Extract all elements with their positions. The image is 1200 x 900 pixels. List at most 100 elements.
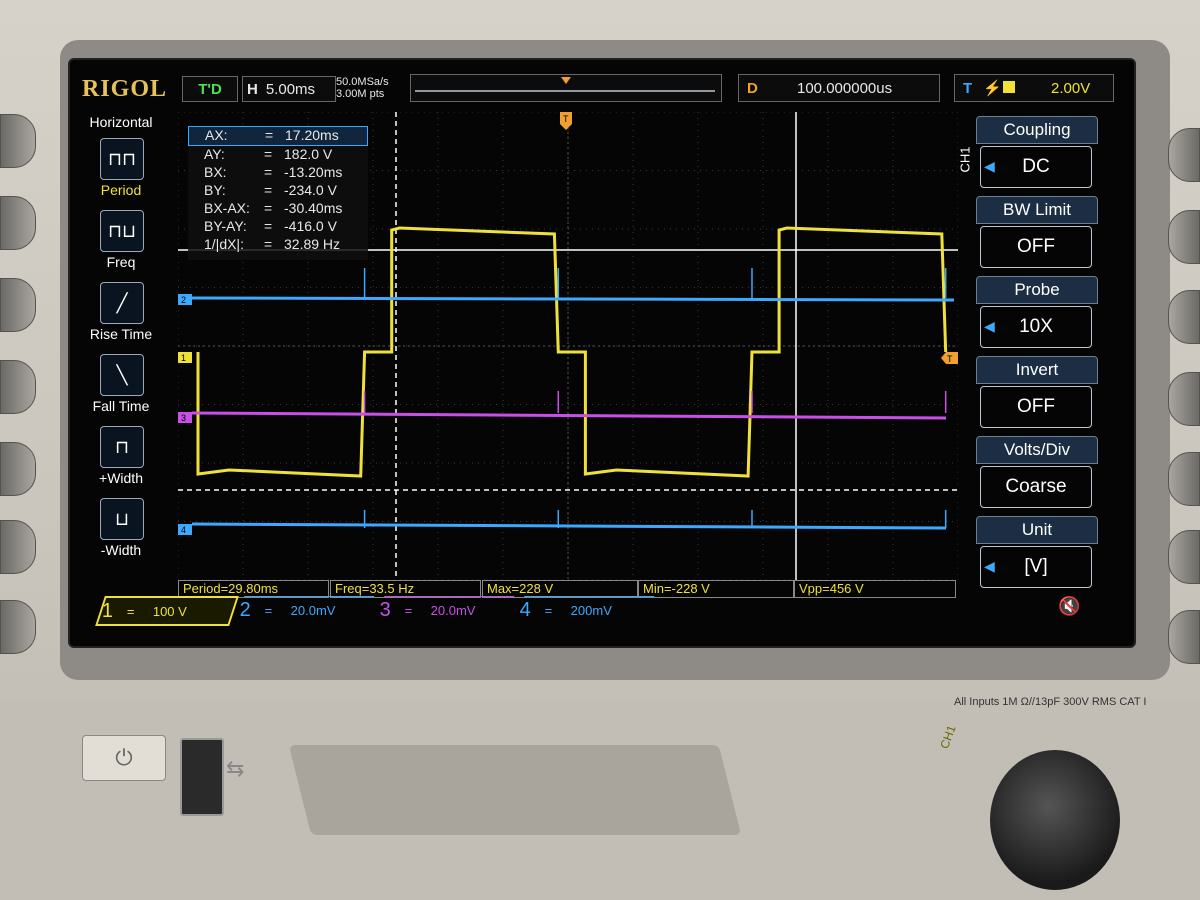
sample-rate: 50.0MSa/s bbox=[336, 76, 389, 88]
menu-item-title: Invert bbox=[976, 356, 1098, 384]
menu-unit[interactable]: Unit [V] ◀ bbox=[976, 516, 1098, 596]
usb-port[interactable] bbox=[180, 738, 224, 816]
measure-fall-time-label: Fall Time bbox=[92, 398, 150, 414]
menu-invert[interactable]: Invert OFF bbox=[976, 356, 1098, 436]
ch2-marker[interactable]: 2 bbox=[178, 294, 192, 305]
cursor-readout-row: BY: = -234.0 V bbox=[188, 182, 368, 200]
softkey-1[interactable] bbox=[0, 114, 36, 168]
measure-neg-width[interactable]: ⊔ -Width bbox=[76, 496, 166, 568]
arrow-left-icon: ◀ bbox=[984, 558, 995, 574]
measure-pos-width[interactable]: ⊓ +Width bbox=[76, 424, 166, 496]
menu-key-3[interactable] bbox=[1168, 290, 1200, 344]
menu-bw-limit[interactable]: BW Limit OFF bbox=[976, 196, 1098, 276]
measure-menu-title: Horizontal bbox=[89, 114, 153, 130]
cursor-readout-key: BY: bbox=[204, 182, 226, 198]
ch4-status[interactable]: 4 = 200mV bbox=[515, 596, 655, 623]
timebase-display[interactable]: H 5.00ms bbox=[242, 76, 336, 102]
cursor-readout-row: AY: = 182.0 V bbox=[188, 146, 368, 164]
speaker-mute-icon[interactable]: 🔇 bbox=[1058, 596, 1080, 617]
cursor-readout-equals: = bbox=[264, 218, 273, 234]
measure-rise-time[interactable]: ╱ Rise Time bbox=[76, 280, 166, 352]
softkey-7[interactable] bbox=[0, 600, 36, 654]
menu-item-title: Unit bbox=[976, 516, 1098, 544]
cursor-readout-equals: = bbox=[265, 127, 274, 143]
scope-screen: RIGOL T'D H 5.00ms 50.0MSa/s 3.00M pts D… bbox=[68, 58, 1136, 648]
memory-depth: 3.00M pts bbox=[336, 88, 385, 100]
ch1-scale: 100 V bbox=[152, 603, 187, 619]
ch1-status[interactable]: 1 = 100 V bbox=[95, 596, 239, 626]
measure-neg-width-label: -Width bbox=[100, 542, 142, 558]
cursor-readout-key: AX: bbox=[205, 127, 228, 143]
cursor-readout-equals: = bbox=[264, 164, 273, 180]
delay-label: D bbox=[747, 79, 758, 97]
menu-coupling[interactable]: Coupling DC ◀ bbox=[976, 116, 1098, 196]
menu-item-title: Probe bbox=[976, 276, 1098, 304]
timebase-value: 5.00ms bbox=[265, 80, 316, 98]
measure-fall-time[interactable]: ╲ Fall Time bbox=[76, 352, 166, 424]
menu-key-7[interactable] bbox=[1168, 610, 1200, 664]
ch1-bnc-connector[interactable] bbox=[990, 750, 1120, 890]
ch3-marker[interactable]: 3 bbox=[178, 412, 192, 423]
menu-volts-div[interactable]: Volts/Div Coarse bbox=[976, 436, 1098, 516]
brand-logo: RIGOL bbox=[82, 76, 168, 102]
cursor-readout-key: AY: bbox=[204, 146, 225, 162]
softkey-3[interactable] bbox=[0, 278, 36, 332]
status-bar: RIGOL T'D H 5.00ms 50.0MSa/s 3.00M pts D… bbox=[70, 60, 1134, 112]
menu-item-value: DC bbox=[980, 146, 1092, 188]
cursor-readout-key: BX: bbox=[204, 164, 227, 180]
cursor-readout: AX: = 17.20ms AY: = 182.0 V BX: = -13.20ms BY: = -2… bbox=[188, 126, 368, 260]
horizontal-label: H bbox=[247, 80, 258, 98]
power-button[interactable]: ⏻ bbox=[82, 735, 166, 781]
ch4-marker[interactable]: 4 bbox=[178, 524, 192, 535]
trigger-level-marker[interactable]: T bbox=[941, 352, 958, 364]
ch3-status[interactable]: 3 = 20.0mV bbox=[375, 596, 515, 623]
channel-menu: CH1 Coupling DC ◀ BW Limit OFF Probe 10X ◀ Inver… bbox=[958, 116, 1106, 588]
menu-item-value: 10X bbox=[980, 306, 1092, 348]
period-icon: ⊓⊓ bbox=[100, 138, 144, 180]
cursor-readout-value: 32.89 Hz bbox=[284, 236, 341, 252]
softkey-5[interactable] bbox=[0, 442, 36, 496]
ch4-scale: 200mV bbox=[570, 602, 612, 618]
freq-icon: ⊓⊔ bbox=[100, 210, 144, 252]
cursor-readout-equals: = bbox=[264, 146, 273, 162]
menu-key-2[interactable] bbox=[1168, 210, 1200, 264]
menu-item-title: Volts/Div bbox=[976, 436, 1098, 464]
menu-key-1[interactable] bbox=[1168, 128, 1200, 182]
trigger-position-marker[interactable]: T bbox=[560, 112, 572, 130]
menu-key-4[interactable] bbox=[1168, 372, 1200, 426]
ch3-trace bbox=[191, 411, 947, 420]
input-rating-label: All Inputs 1M Ω//13pF 300V RMS CAT I bbox=[954, 696, 1147, 708]
menu-item-value: Coarse bbox=[980, 466, 1092, 508]
menu-key-5[interactable] bbox=[1168, 452, 1200, 506]
softkey-2[interactable] bbox=[0, 196, 36, 250]
trigger-position-icon bbox=[561, 77, 571, 84]
ch1-number: 1 bbox=[102, 599, 114, 622]
svg-text:T: T bbox=[947, 354, 953, 364]
ch2-number: 2 bbox=[239, 598, 251, 621]
measure-period[interactable]: ⊓⊓ Period bbox=[76, 136, 166, 208]
menu-key-6[interactable] bbox=[1168, 530, 1200, 584]
menu-item-title: Coupling bbox=[976, 116, 1098, 144]
cursor-readout-equals: = bbox=[264, 200, 273, 216]
arrow-left-icon: ◀ bbox=[984, 318, 995, 334]
channel-menu-tag: CH1 bbox=[957, 146, 973, 173]
cursor-readout-value: -13.20ms bbox=[284, 164, 343, 180]
cursor-readout-row: BX: = -13.20ms bbox=[188, 164, 368, 182]
ch2-status[interactable]: 2 = 20.0mV bbox=[235, 596, 375, 623]
ch1-marker[interactable]: 1 bbox=[178, 352, 192, 363]
softkey-6[interactable] bbox=[0, 520, 36, 574]
cursor-readout-key: BY-AY: bbox=[204, 218, 247, 234]
trigger-display[interactable]: T ⚡ 2.00V bbox=[954, 74, 1114, 102]
cursor-readout-value: -30.40ms bbox=[284, 200, 343, 216]
svg-text:3: 3 bbox=[181, 413, 186, 423]
svg-text:4: 4 bbox=[181, 525, 186, 535]
delay-display[interactable]: D 100.000000us bbox=[738, 74, 940, 102]
measure-freq[interactable]: ⊓⊔ Freq bbox=[76, 208, 166, 280]
ch1-trace bbox=[196, 226, 948, 478]
arrow-left-icon: ◀ bbox=[984, 158, 995, 174]
trigger-level: 2.00V bbox=[1051, 79, 1091, 97]
menu-probe[interactable]: Probe 10X ◀ bbox=[976, 276, 1098, 356]
softkey-4[interactable] bbox=[0, 360, 36, 414]
menu-item-title: BW Limit bbox=[976, 196, 1098, 224]
ch3-scale: 20.0mV bbox=[430, 602, 476, 618]
